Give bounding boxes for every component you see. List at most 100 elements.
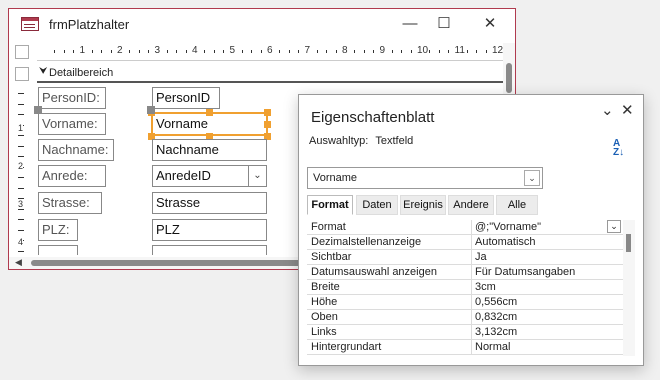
form-selector[interactable] (15, 45, 29, 59)
field-strasse[interactable]: Strasse (152, 192, 267, 214)
resize-handle[interactable] (264, 121, 271, 128)
property-row[interactable]: Hintergrundart Normal (307, 340, 623, 355)
horizontal-ruler[interactable]: 1 2 3 4 5 6 7 8 9 10 11 12 (37, 43, 505, 61)
maximize-button[interactable]: ☐ (429, 13, 459, 35)
tab-ereignis[interactable]: Ereignis (400, 195, 446, 215)
label-personid[interactable]: PersonID: (38, 87, 106, 109)
ruler-tick (18, 93, 24, 94)
move-handle[interactable] (34, 106, 42, 114)
label-nachname[interactable]: Nachname: (38, 139, 114, 161)
ruler-tick (18, 219, 24, 220)
section-bar-detail[interactable]: ⮟ Detailbereich (37, 65, 505, 83)
property-row[interactable]: Format @;"Vorname" ⌄ (307, 220, 623, 235)
vertical-ruler[interactable]: 1 2 3 4 (15, 87, 29, 257)
label-plz[interactable]: PLZ: (38, 219, 78, 241)
close-button[interactable]: ✕ (475, 13, 505, 35)
property-row[interactable]: Oben 0,832cm (307, 310, 623, 325)
dropdown-arrow-icon[interactable]: ⌄ (248, 166, 266, 186)
property-value[interactable]: Für Datumsangaben (471, 265, 619, 279)
field-partial[interactable] (152, 245, 267, 255)
ruler-tick (91, 50, 93, 53)
chevron-down-icon[interactable]: ⌄ (524, 170, 540, 186)
form-icon (21, 17, 39, 31)
ruler-tick (18, 229, 24, 231)
field-plz[interactable]: PLZ (152, 219, 267, 241)
property-row[interactable]: Sichtbar Ja (307, 250, 623, 265)
property-row[interactable]: Links 3,132cm (307, 325, 623, 340)
chevron-down-icon[interactable]: ⌄ (601, 101, 614, 119)
tab-andere[interactable]: Andere (448, 195, 494, 215)
move-handle[interactable] (147, 106, 155, 114)
tab-alle[interactable]: Alle (496, 195, 538, 215)
ruler-tick (213, 50, 215, 53)
scroll-thumb[interactable] (31, 260, 331, 266)
ruler-tick (18, 114, 24, 115)
ruler-tick (401, 50, 403, 53)
scroll-left-icon[interactable]: ◀ (15, 257, 22, 268)
ruler-number: 1 (18, 123, 24, 133)
ruler-tick (223, 50, 225, 53)
ruler-tick (373, 50, 375, 53)
ruler-number: 3 (18, 199, 24, 209)
property-value[interactable]: @;"Vorname" (471, 220, 619, 234)
combo-value: AnredeID (156, 168, 211, 183)
ruler-tick (298, 50, 300, 53)
ruler-tick (101, 50, 103, 53)
ruler-tick (391, 50, 393, 53)
selection-type-value: Textfeld (375, 135, 414, 147)
label-partial[interactable] (38, 245, 78, 255)
tab-daten[interactable]: Daten (356, 195, 398, 215)
chevron-down-icon[interactable]: ⌄ (607, 220, 621, 233)
resize-handle[interactable] (206, 109, 213, 116)
resize-handle[interactable] (264, 109, 271, 116)
label-vorname[interactable]: Vorname: (38, 113, 106, 135)
label-strasse[interactable]: Strasse: (38, 192, 102, 214)
property-row[interactable]: Datumsauswahl anzeigen Für Datumsangaben (307, 265, 623, 280)
ruler-number: 8 (342, 45, 348, 56)
ruler-tick (73, 50, 75, 53)
ruler-number: 7 (304, 45, 311, 56)
window-title: frmPlatzhalter (49, 17, 130, 32)
ruler-tick (18, 145, 24, 147)
scroll-thumb[interactable] (506, 63, 512, 93)
field-nachname[interactable]: Nachname (152, 139, 267, 161)
ruler-tick (185, 50, 187, 53)
ruler-tick (354, 50, 356, 53)
selection-type: Auswahltyp: Textfeld (309, 135, 413, 147)
label-anrede[interactable]: Anrede: (38, 165, 106, 187)
close-icon[interactable]: ✕ (621, 101, 634, 119)
ruler-tick (438, 50, 440, 53)
object-selector[interactable]: Vorname ⌄ (307, 167, 543, 189)
combo-anredeid[interactable]: AnredeID ⌄ (152, 165, 267, 187)
property-value[interactable]: Ja (471, 250, 619, 264)
title-bar[interactable]: frmPlatzhalter — ☐ ✕ (9, 9, 515, 39)
property-value[interactable]: Automatisch (471, 235, 619, 249)
property-row[interactable]: Höhe 0,556cm (307, 295, 623, 310)
field-personid[interactable]: PersonID (152, 87, 220, 109)
property-value[interactable]: 0,832cm (471, 310, 619, 324)
sort-az-icon[interactable]: A Z↓ (613, 139, 624, 158)
ruler-tick (18, 250, 24, 252)
ruler-tick (166, 50, 168, 53)
property-row[interactable]: Breite 3cm (307, 280, 623, 295)
minimize-button[interactable]: — (395, 13, 425, 35)
property-value[interactable]: 0,556cm (471, 295, 619, 309)
property-value[interactable]: 3,132cm (471, 325, 619, 339)
property-row[interactable]: Dezimalstellenanzeige Automatisch (307, 235, 623, 250)
tab-format[interactable]: Format (307, 195, 353, 215)
ruler-number: 3 (154, 45, 161, 56)
ruler-number: 12 (492, 45, 504, 56)
chevron-down-icon[interactable]: ⮟ (39, 66, 48, 77)
scroll-thumb[interactable] (626, 234, 631, 252)
ruler-tick (18, 156, 24, 157)
ruler-number: 5 (229, 45, 236, 56)
section-label: Detailbereich (49, 67, 114, 79)
property-value[interactable]: 3cm (471, 280, 619, 294)
section-selector[interactable] (15, 67, 29, 81)
property-name: Hintergrundart (311, 341, 382, 353)
ruler-tick (316, 50, 318, 53)
property-value[interactable]: Normal (471, 340, 619, 354)
ruler-tick (148, 50, 150, 53)
panel-scrollbar[interactable] (623, 220, 635, 356)
ruler-tick (410, 50, 412, 53)
